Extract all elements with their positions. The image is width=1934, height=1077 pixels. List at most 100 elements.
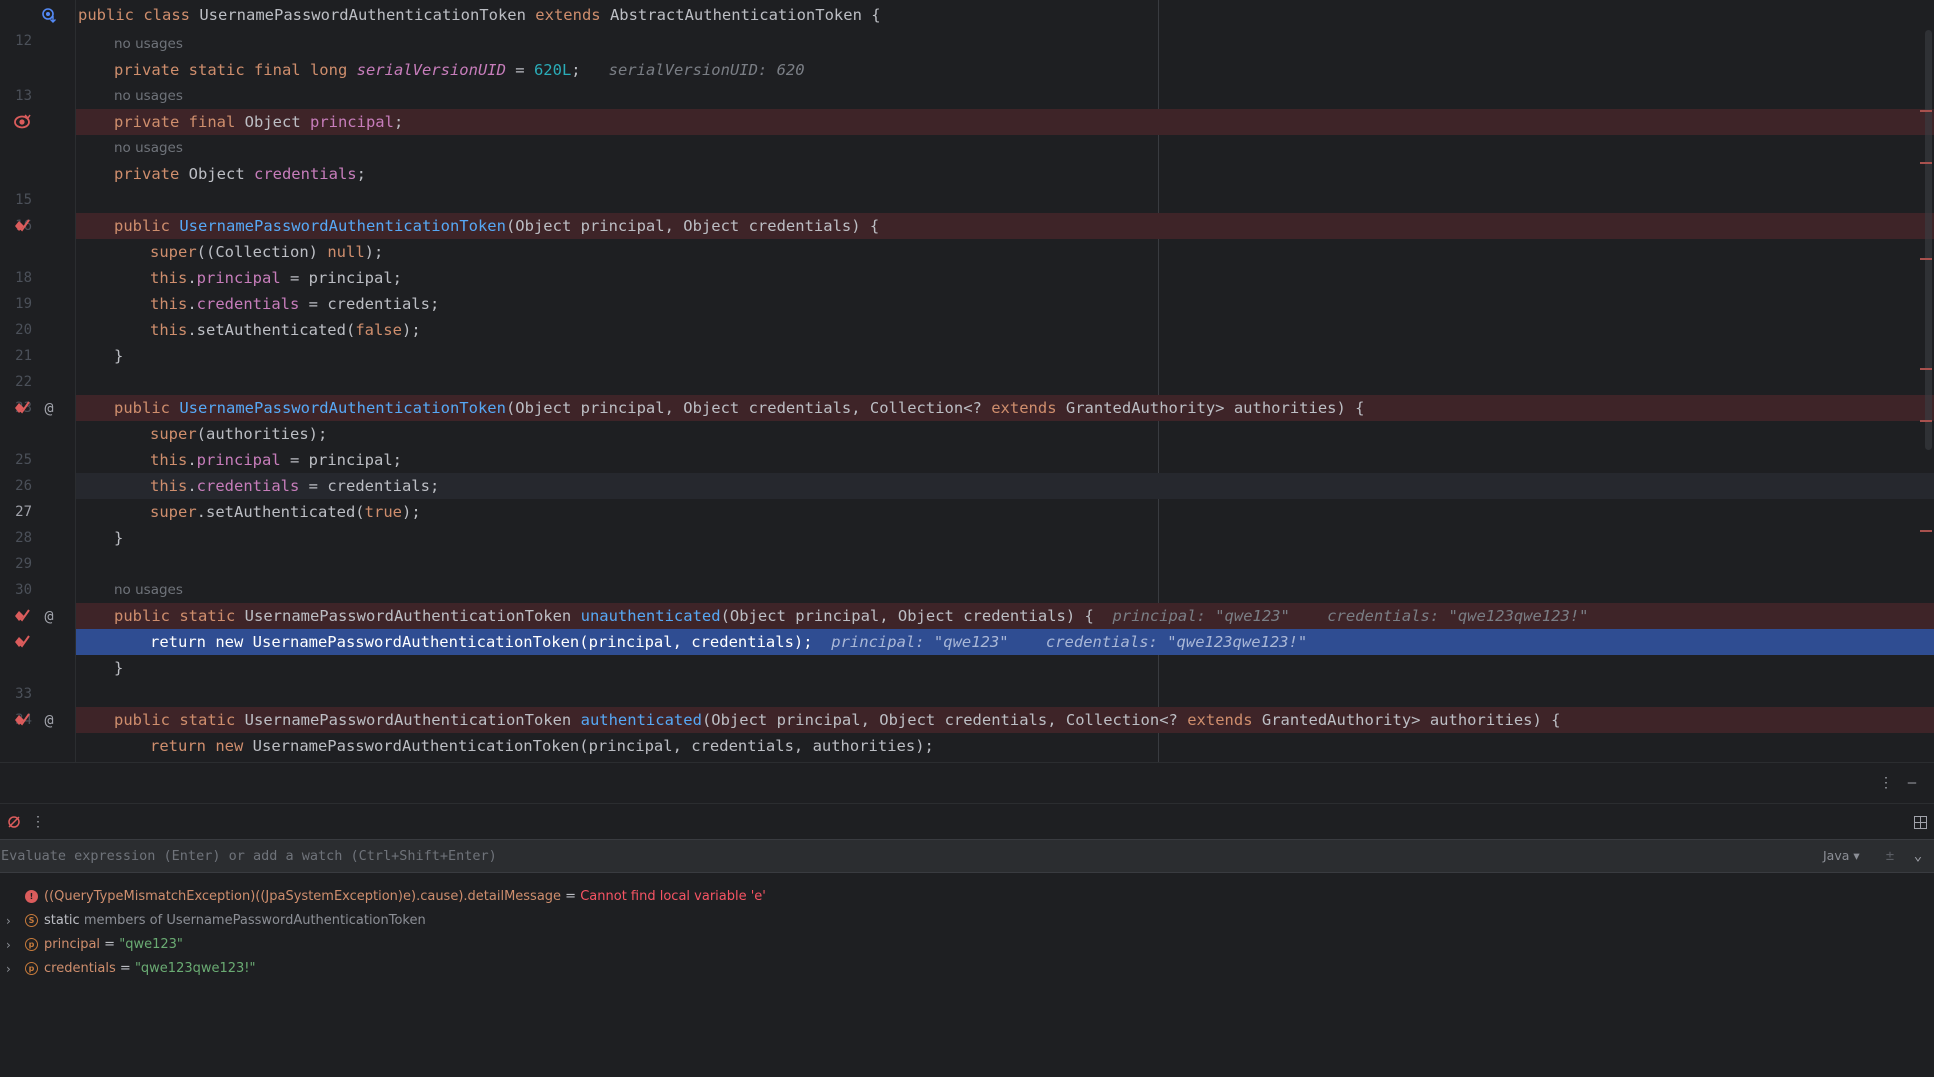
code-line-25[interactable]: 25 super(authorities); — [0, 421, 1934, 468]
chevron-right-icon[interactable]: › — [6, 933, 18, 957]
method-breakpoint-icon[interactable] — [13, 603, 31, 629]
keyword: super — [150, 243, 197, 261]
breakpoint-stripe-marker[interactable] — [1920, 162, 1932, 164]
code-text: (Object principal, Object credentials) { — [720, 607, 1094, 625]
breakpoint-stripe-marker[interactable] — [1920, 110, 1932, 112]
variable-row-static[interactable]: › S static members of UsernamePasswordAu… — [0, 909, 1934, 933]
keyword: this — [150, 477, 188, 495]
add-watch-icon[interactable]: ± — [1880, 846, 1900, 866]
code-line-36[interactable]: 36 return new UsernamePasswordAuthentica… — [0, 733, 1934, 759]
type-name: UsernamePasswordAuthenticationToken — [244, 711, 581, 729]
code-line-18[interactable]: 18 super((Collection) null); — [0, 239, 1934, 286]
code-line-34[interactable]: 34 — [0, 681, 1934, 728]
layout-settings-icon[interactable] — [1910, 812, 1930, 832]
code-line-15[interactable]: 15 private Object credentials; — [0, 161, 1934, 208]
field-name: principal — [309, 113, 394, 131]
code-line-16[interactable]: 16 — [0, 187, 1934, 234]
code-editor[interactable]: 12 public class UsernamePasswordAuthenti… — [0, 0, 1934, 762]
method-breakpoint-icon[interactable] — [13, 213, 31, 239]
chevron-right-icon[interactable]: › — [6, 909, 18, 933]
code-line-20[interactable]: 20 this.credentials = credentials; — [0, 291, 1934, 338]
code-text: = credentials; — [299, 295, 440, 313]
method-breakpoint-icon[interactable] — [13, 395, 31, 421]
code-line-23[interactable]: 23 — [0, 369, 1934, 416]
field-name: credentials — [196, 477, 300, 495]
code-line-19[interactable]: 19 this.principal = principal; — [0, 265, 1934, 312]
breakpoint-stripe-marker[interactable] — [1920, 368, 1932, 370]
at-annotation-icon[interactable]: @ — [40, 603, 58, 629]
code-line-32-execution-point[interactable]: return new UsernamePasswordAuthenticatio… — [0, 629, 1934, 655]
usage-hint[interactable]: no usages — [0, 31, 1934, 57]
code-line-28[interactable]: 28 super.setAuthenticated(true); — [0, 499, 1934, 546]
keyword: return new — [150, 737, 253, 755]
language-selector[interactable]: Java ▾ — [1823, 840, 1860, 872]
mute-breakpoints-icon[interactable] — [4, 812, 24, 832]
method-name: UsernamePasswordAuthenticationToken — [179, 217, 506, 235]
evaluate-expression-input[interactable] — [0, 840, 1781, 872]
code-line-17[interactable]: public UsernamePasswordAuthenticationTok… — [0, 213, 1934, 239]
usage-hint-text: no usages — [114, 140, 183, 156]
variable-value: "qwe123qwe123!" — [134, 961, 256, 976]
code-text: . — [187, 451, 197, 469]
inline-value: serialVersionUID: 620 — [608, 61, 805, 79]
minimize-icon[interactable]: — — [1902, 773, 1922, 793]
inline-value: principal: "qwe123" — [831, 633, 1009, 651]
code-line-30[interactable]: 30 — [0, 551, 1934, 598]
usage-hint-text: no usages — [114, 582, 183, 598]
at-annotation-icon[interactable]: @ — [40, 395, 58, 421]
code-line-26[interactable]: 26 this.principal = principal; — [0, 447, 1934, 494]
field-watchpoint-icon[interactable] — [13, 109, 31, 135]
usage-hint[interactable]: no usages — [0, 135, 1934, 161]
keyword: return new — [150, 633, 253, 651]
keyword: extends — [535, 6, 610, 24]
code-line-31[interactable]: @ public static UsernamePasswordAuthenti… — [0, 603, 1934, 629]
inline-value: principal: "qwe123" — [1112, 607, 1290, 625]
code-line-14[interactable]: private final Object principal; — [0, 109, 1934, 135]
editor-scrollbar[interactable] — [1925, 30, 1932, 450]
keyword: true — [364, 503, 402, 521]
variable-value: "qwe123" — [119, 937, 183, 952]
variable-name: ((QueryTypeMismatchException)((JpaSystem… — [44, 889, 562, 904]
code-text: (Object principal, Object credentials, C… — [505, 399, 992, 417]
code-line-13[interactable]: 13 private static final long serialVersi… — [0, 57, 1934, 104]
keyword: super — [150, 503, 197, 521]
usage-hint[interactable]: no usages — [0, 83, 1934, 109]
breakpoint-stripe-marker[interactable] — [1920, 530, 1932, 532]
method-breakpoint-icon[interactable] — [13, 707, 31, 733]
code-text: ); — [401, 503, 421, 521]
code-line-29[interactable]: 29 } — [0, 525, 1934, 572]
code-text: } — [114, 347, 124, 365]
breakpoint-stripe-marker[interactable] — [1920, 420, 1932, 422]
evaluate-expression-bar: Java ▾ ± ⌄ — [0, 839, 1934, 873]
more-options-icon[interactable]: ⋮ — [1876, 773, 1896, 793]
variable-row-credentials[interactable]: › p credentials = "qwe123qwe123!" — [0, 957, 1934, 981]
more-options-icon[interactable]: ⋮ — [30, 812, 46, 832]
code-line-12[interactable]: 12 public class UsernamePasswordAuthenti… — [0, 2, 1934, 49]
variable-row-error[interactable]: ! ((QueryTypeMismatchException)((JpaSyst… — [0, 885, 1934, 909]
code-line-27-current[interactable]: 27 this.credentials = credentials; — [0, 473, 1934, 520]
equals: = — [115, 961, 135, 976]
variable-name: static — [44, 913, 80, 928]
code-line-33[interactable]: 33 } — [0, 655, 1934, 702]
code-text: = credentials; — [299, 477, 440, 495]
breakpoint-stripe-marker[interactable] — [1920, 258, 1932, 260]
code-line-21[interactable]: 21 this.setAuthenticated(false); — [0, 317, 1934, 364]
implementing-overrides-icon[interactable] — [40, 2, 58, 28]
expand-history-icon[interactable]: ⌄ — [1908, 846, 1928, 866]
code-line-22[interactable]: 22 } — [0, 343, 1934, 390]
method-name: unauthenticated — [580, 607, 721, 625]
keyword: this — [150, 451, 188, 469]
usage-hint[interactable]: no usages — [0, 577, 1934, 603]
equals: = — [561, 889, 581, 904]
variable-row-principal[interactable]: › p principal = "qwe123" — [0, 933, 1934, 957]
code-line-24[interactable]: @ public UsernamePasswordAuthenticationT… — [0, 395, 1934, 421]
code-text: AbstractAuthenticationToken { — [609, 6, 881, 24]
code-line-35[interactable]: @ public static UsernamePasswordAuthenti… — [0, 707, 1934, 733]
variable-value: members of UsernamePasswordAuthenticatio… — [79, 913, 426, 928]
method-breakpoint-icon[interactable] — [13, 629, 31, 655]
static-members-icon: S — [25, 914, 38, 927]
at-annotation-icon[interactable]: @ — [40, 707, 58, 733]
chevron-right-icon[interactable]: › — [6, 957, 18, 981]
code-text: GrantedAuthority> authorities) { — [1261, 711, 1561, 729]
code-text: ((Collection) — [196, 243, 328, 261]
